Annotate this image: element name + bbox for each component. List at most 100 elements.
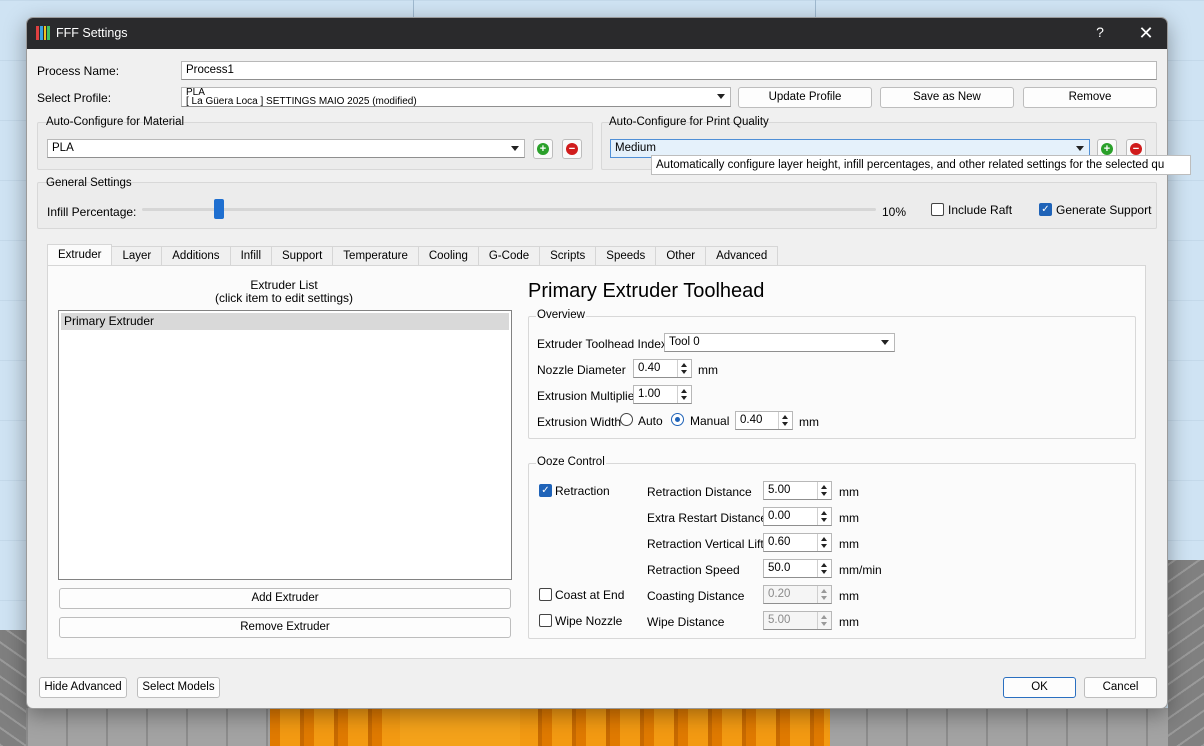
hide-advanced-button[interactable]: Hide Advanced	[39, 677, 127, 698]
width-manual-radio[interactable]	[671, 413, 684, 426]
toolhead-index-value: Tool 0	[669, 336, 700, 348]
close-icon[interactable]: ✕	[1135, 22, 1157, 44]
wipe-nozzle-label[interactable]: Wipe Nozzle	[555, 614, 622, 628]
extrusion-width-stepper[interactable]: 0.40	[735, 411, 793, 430]
ooze-control-group	[528, 463, 1136, 639]
remove-profile-button[interactable]: Remove	[1023, 87, 1157, 108]
retraction-speed-label: Retraction Speed	[647, 563, 740, 577]
title-bar[interactable]: FFF Settings ? ✕	[27, 18, 1167, 49]
chevron-down-icon	[511, 146, 519, 151]
infill-percentage-value: 10%	[882, 205, 907, 219]
width-manual-label[interactable]: Manual	[690, 414, 729, 428]
add-material-button[interactable]: +	[533, 139, 553, 159]
toolhead-heading: Primary Extruder Toolhead	[528, 280, 765, 302]
toolhead-index-label: Extruder Toolhead Index	[537, 337, 667, 351]
update-profile-button[interactable]: Update Profile	[738, 87, 872, 108]
infill-slider-thumb[interactable]	[214, 199, 224, 219]
extrusion-multiplier-stepper[interactable]: 1.00	[633, 385, 692, 404]
extruder-list-subtitle: (click item to edit settings)	[214, 291, 354, 305]
retraction-vertical-lift-stepper[interactable]: 0.60	[763, 533, 832, 552]
tab-scripts[interactable]: Scripts	[539, 246, 597, 266]
chevron-down-icon	[717, 94, 725, 99]
remove-extruder-button[interactable]: Remove Extruder	[59, 617, 511, 638]
minus-icon: −	[566, 143, 578, 155]
list-item[interactable]: Primary Extruder	[61, 313, 509, 330]
generate-support-checkbox[interactable]: ✓	[1039, 203, 1052, 216]
tab-additions[interactable]: Additions	[161, 246, 231, 266]
select-models-button[interactable]: Select Models	[137, 677, 220, 698]
extrusion-width-label: Extrusion Width	[537, 415, 622, 429]
retraction-speed-value: 50.0	[768, 562, 791, 574]
process-name-label: Process Name:	[37, 64, 120, 78]
extruder-tab-panel: Extruder List (click item to edit settin…	[47, 265, 1146, 659]
tab-cooling[interactable]: Cooling	[417, 246, 479, 266]
plus-icon: +	[537, 143, 549, 155]
coast-at-end-checkbox[interactable]	[539, 588, 552, 601]
coast-at-end-label[interactable]: Coast at End	[555, 588, 624, 602]
settings-tabs: Extruder Layer Additions Infill Support …	[47, 244, 779, 266]
retraction-label[interactable]: Retraction	[555, 484, 610, 498]
material-group-title: Auto-Configure for Material	[46, 116, 185, 128]
nozzle-diameter-label: Nozzle Diameter	[537, 363, 626, 377]
help-icon[interactable]: ?	[1091, 24, 1109, 42]
width-auto-radio[interactable]	[620, 413, 633, 426]
general-settings-title: General Settings	[46, 177, 132, 189]
material-select[interactable]: PLA	[47, 139, 525, 158]
infill-slider-track[interactable]	[142, 208, 876, 211]
save-as-new-button[interactable]: Save as New	[880, 87, 1014, 108]
cancel-button[interactable]: Cancel	[1084, 677, 1157, 698]
retraction-checkbox[interactable]: ✓	[539, 484, 552, 497]
model-preview-highlight	[400, 708, 520, 746]
wipe-distance-label: Wipe Distance	[647, 615, 725, 629]
remove-material-button[interactable]: −	[562, 139, 582, 159]
nozzle-diameter-stepper[interactable]: 0.40	[633, 359, 692, 378]
profile-select-line2: [ La Güera Loca ] SETTINGS MAIO 2025 (mo…	[186, 96, 417, 107]
window-title: FFF Settings	[56, 26, 128, 40]
retraction-distance-stepper[interactable]: 5.00	[763, 481, 832, 500]
tab-speeds[interactable]: Speeds	[595, 246, 657, 266]
add-extruder-button[interactable]: Add Extruder	[59, 588, 511, 609]
select-profile-label: Select Profile:	[37, 91, 112, 105]
retraction-speed-stepper[interactable]: 50.0	[763, 559, 832, 578]
toolhead-index-select[interactable]: Tool 0	[664, 333, 895, 352]
extra-restart-distance-stepper[interactable]: 0.00	[763, 507, 832, 526]
extra-restart-distance-label: Extra Restart Distance	[647, 511, 768, 525]
tab-other[interactable]: Other	[655, 246, 707, 266]
infill-percentage-label: Infill Percentage:	[47, 205, 137, 219]
tab-temperature[interactable]: Temperature	[332, 246, 419, 266]
retraction-speed-unit: mm/min	[839, 563, 882, 577]
profile-select[interactable]: PLA [ La Güera Loca ] SETTINGS MAIO 2025…	[181, 87, 731, 107]
process-name-input[interactable]: Process1	[181, 61, 1157, 80]
chevron-down-icon	[881, 340, 889, 345]
quality-select-value: Medium	[615, 142, 656, 154]
include-raft-checkbox[interactable]	[931, 203, 944, 216]
extrusion-multiplier-label: Extrusion Multiplier	[537, 389, 639, 403]
retraction-distance-unit: mm	[839, 485, 859, 499]
ok-button[interactable]: OK	[1003, 677, 1076, 698]
quality-group-title: Auto-Configure for Print Quality	[609, 116, 769, 128]
width-auto-label[interactable]: Auto	[638, 414, 663, 428]
extruder-listbox[interactable]: Primary Extruder	[58, 310, 512, 580]
extrusion-multiplier-value: 1.00	[638, 388, 661, 400]
tab-extruder[interactable]: Extruder	[47, 244, 113, 266]
tab-layer[interactable]: Layer	[111, 246, 163, 266]
extruder-list-title: Extruder List	[250, 278, 318, 292]
wipe-distance-value: 5.00	[768, 614, 791, 626]
tab-g-code[interactable]: G-Code	[477, 246, 541, 266]
extra-restart-distance-unit: mm	[839, 511, 859, 525]
generate-support-label[interactable]: Generate Support	[1056, 203, 1151, 217]
ooze-control-title: Ooze Control	[536, 456, 606, 468]
tab-support[interactable]: Support	[271, 246, 334, 266]
retraction-vertical-lift-unit: mm	[839, 537, 859, 551]
wipe-distance-unit: mm	[839, 615, 859, 629]
wipe-nozzle-checkbox[interactable]	[539, 614, 552, 627]
app-icon	[36, 26, 50, 40]
coasting-distance-label: Coasting Distance	[647, 589, 745, 603]
model-preview	[270, 708, 830, 746]
tab-advanced[interactable]: Advanced	[705, 246, 779, 266]
overview-title: Overview	[536, 309, 586, 321]
retraction-distance-label: Retraction Distance	[647, 485, 752, 499]
retraction-distance-value: 5.00	[768, 484, 791, 496]
tab-infill[interactable]: Infill	[229, 246, 273, 266]
include-raft-label[interactable]: Include Raft	[948, 203, 1012, 217]
